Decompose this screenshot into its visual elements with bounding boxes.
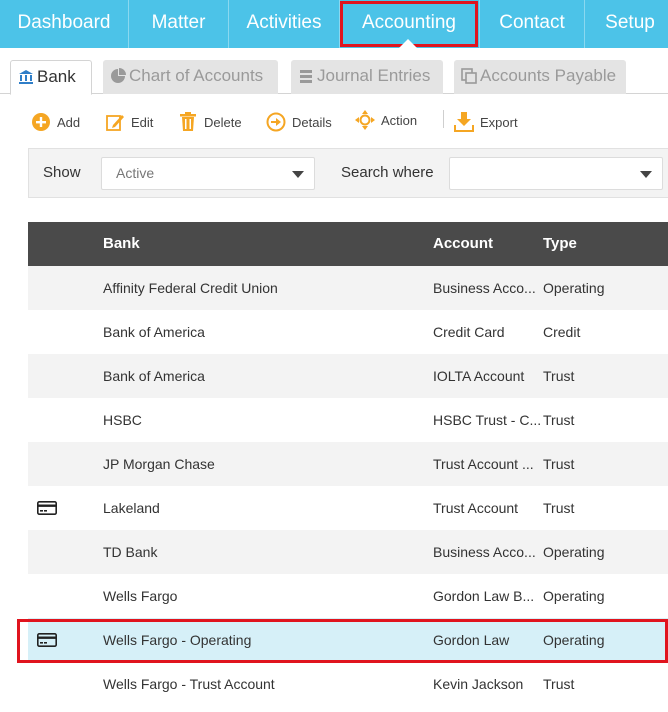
table-row[interactable]: Affinity Federal Credit Union Business Ac…: [28, 266, 668, 310]
table-row[interactable]: Bank of America Credit Card Credit: [28, 310, 668, 354]
nav-matter[interactable]: Matter: [129, 0, 228, 48]
tab-bank[interactable]: Bank: [10, 60, 92, 95]
add-label: Add: [57, 115, 81, 130]
cell-account: Kevin Jackson: [433, 676, 524, 692]
cell-account: Business Acco...: [433, 544, 536, 560]
cell-type: Operating: [543, 280, 605, 296]
chevron-down-icon: [640, 171, 652, 178]
cell-type: Trust: [543, 412, 575, 428]
column-header-account[interactable]: Account: [433, 235, 493, 252]
cell-type: Operating: [543, 632, 605, 648]
cell-account: Trust Account: [433, 500, 519, 516]
cell-bank: Wells Fargo: [103, 588, 178, 604]
tab-label: Chart of Accounts: [129, 66, 264, 85]
copy-icon: [461, 68, 477, 84]
edit-label: Edit: [131, 115, 154, 130]
cell-bank: Bank of America: [103, 324, 205, 340]
chevron-down-icon: [292, 171, 304, 178]
search-where-label: Search where: [341, 164, 434, 181]
trash-icon: [180, 112, 196, 131]
arrow-circle-right-icon: [266, 112, 286, 132]
cell-account: Gordon Law: [433, 632, 510, 648]
cell-type: Operating: [543, 544, 605, 560]
nav-setup[interactable]: Setup: [585, 0, 668, 48]
table-row[interactable]: Wells Fargo - Trust Account Kevin Jackson…: [28, 662, 668, 706]
tab-label: Bank: [37, 67, 76, 86]
export-label: Export: [480, 115, 518, 130]
tab-label: Accounts Payable: [480, 66, 617, 85]
show-select[interactable]: Active: [101, 157, 315, 190]
move-arrows-icon: [355, 110, 375, 130]
credit-card-icon: [37, 501, 57, 515]
cell-bank: HSBC: [103, 412, 142, 428]
cell-account: Credit Card: [433, 324, 505, 340]
show-select-value: Active: [116, 165, 155, 181]
table-row[interactable]: Wells Fargo - Operating Gordon Law Operati…: [28, 618, 668, 662]
cell-bank: Wells Fargo - Trust Account: [103, 676, 275, 692]
filter-bar: Show Active Search where: [28, 148, 668, 198]
cell-account: Gordon Law B...: [433, 588, 535, 604]
column-header-bank[interactable]: Bank: [103, 235, 140, 252]
table-row[interactable]: Lakeland Trust Account Trust: [28, 486, 668, 530]
pie-chart-icon: [111, 68, 126, 83]
action-toolbar: Add Edit Delete Details Action Export: [0, 104, 668, 140]
action-button[interactable]: Action: [355, 108, 421, 132]
cell-type: Trust: [543, 368, 575, 384]
action-label: Action: [381, 113, 418, 128]
table-row[interactable]: HSBC HSBC Trust - C... Trust: [28, 398, 668, 442]
table-header: Bank Account Type: [28, 222, 668, 266]
details-button[interactable]: Details: [266, 110, 334, 134]
column-header-type[interactable]: Type: [543, 235, 577, 252]
cell-bank: TD Bank: [103, 544, 158, 560]
add-icon: [32, 113, 50, 131]
credit-card-icon: [37, 633, 57, 647]
export-button[interactable]: Export: [454, 110, 520, 134]
tab-chart-of-accounts[interactable]: Chart of Accounts: [103, 60, 278, 94]
cell-type: Trust: [543, 456, 575, 472]
cell-bank: JP Morgan Chase: [103, 456, 215, 472]
table-row[interactable]: JP Morgan Chase Trust Account ... Trust: [28, 442, 668, 486]
cell-bank: Wells Fargo - Operating: [103, 632, 252, 648]
ledger-icon: [300, 70, 312, 83]
nav-contact[interactable]: Contact: [480, 0, 584, 48]
bank-icon: [19, 70, 33, 84]
table-row[interactable]: Bank of America IOLTA Account Trust: [28, 354, 668, 398]
cell-account: Business Acco...: [433, 280, 536, 296]
cell-account: IOLTA Account: [433, 368, 525, 384]
nav-dashboard[interactable]: Dashboard: [0, 0, 128, 48]
table-row[interactable]: Wells Fargo Gordon Law B... Operating: [28, 574, 668, 618]
cell-account: Trust Account ...: [433, 456, 534, 472]
delete-button[interactable]: Delete: [178, 110, 244, 134]
toolbar-separator: [443, 110, 444, 128]
cell-type: Credit: [543, 324, 581, 340]
table-row[interactable]: TD Bank Business Acco... Operating: [28, 530, 668, 574]
download-icon: [454, 112, 474, 132]
accounting-tabs: Bank Chart of Accounts Journal Entries A…: [0, 56, 668, 95]
cell-account: HSBC Trust - C...: [433, 412, 541, 428]
tab-accounts-payable[interactable]: Accounts Payable: [454, 60, 626, 94]
cell-type: Trust: [543, 676, 575, 692]
cell-type: Operating: [543, 588, 605, 604]
tab-journal-entries[interactable]: Journal Entries: [291, 60, 443, 94]
show-label: Show: [43, 164, 81, 181]
cell-bank: Bank of America: [103, 368, 205, 384]
add-button[interactable]: Add: [31, 110, 83, 134]
nav-active-caret: [399, 39, 417, 48]
top-navigation: Dashboard Matter Activities Accounting C…: [0, 0, 668, 48]
cell-bank: Lakeland: [103, 500, 160, 516]
edit-icon: [106, 115, 124, 131]
delete-label: Delete: [204, 115, 242, 130]
cell-bank: Affinity Federal Credit Union: [103, 280, 278, 296]
edit-button[interactable]: Edit: [105, 110, 157, 134]
nav-activities[interactable]: Activities: [229, 0, 339, 48]
details-label: Details: [292, 115, 332, 130]
search-where-select[interactable]: [449, 157, 663, 190]
tab-label: Journal Entries: [317, 66, 431, 85]
cell-type: Trust: [543, 500, 575, 516]
